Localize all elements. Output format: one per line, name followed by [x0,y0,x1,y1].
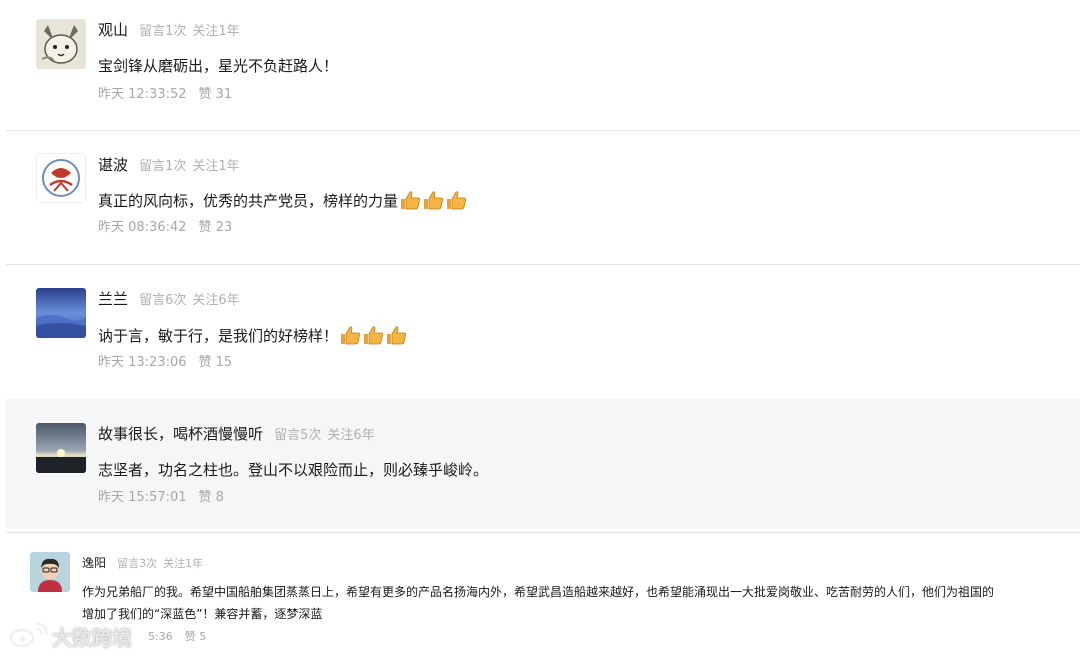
follow-duration: 关注6年 [327,428,375,443]
blue-sky-avatar-icon [36,288,86,338]
watermark: 大数跨境 [8,621,132,651]
user-stats: 留言1次 关注1年 [139,24,240,39]
follow-duration: 关注1年 [192,159,240,174]
comment-text: 讷于言，敏于行，是我们的好榜样！ [98,325,407,351]
comment-text-content: 宝剑锋从磨砺出，星光不负赶路人！ [98,57,339,75]
sunset-avatar-icon [36,423,86,473]
user-stats: 留言1次 关注1年 [139,159,240,174]
thumbs-up-emoji-icon [339,325,361,345]
comment-text: 志坚者，功名之柱也。登山不以艰险而止，则必臻乎峻岭。 [98,459,488,481]
avatar[interactable] [30,552,70,592]
comment-time: 昨天 15:57:01 [98,490,187,505]
username[interactable]: 逸阳 [82,556,106,570]
thumbs-group [398,190,467,216]
weibo-logo-icon [9,623,48,648]
comment-time: 昨天 13:23:06 [98,355,187,370]
message-count: 留言6次 [139,293,187,308]
message-count: 留言3次 [117,557,158,570]
comment-text-content: 作为兄弟船厂的我。希望中国船舶集团蒸蒸日上，希望有更多的产品名扬海内外，希望武昌… [82,585,995,621]
comment-item: 观山 留言1次 关注1年 宝剑锋从磨砺出，星光不负赶路人！ 昨天 12:33:52… [0,0,1080,130]
thumbs-up-emoji-icon [362,325,384,345]
avatar[interactable] [36,423,86,473]
thumbs-up-emoji-icon [422,190,444,210]
like-count[interactable]: 赞 31 [199,87,233,102]
comment-item: 逸阳 留言3次 关注1年 作为兄弟船厂的我。希望中国船舶集团蒸蒸日上，希望有更多的… [0,533,1080,657]
comment-time: 昨天 08:36:42 [98,220,187,235]
user-stats: 留言6次 关注6年 [139,293,240,308]
thumbs-group [338,325,407,351]
thumbs-up-emoji-icon [385,325,407,345]
comment-item: 兰兰 留言6次 关注6年 讷于言，敏于行，是我们的好榜样！ 昨天 13:23:06… [0,265,1080,399]
follow-duration: 关注6年 [192,293,240,308]
comment-time: 昨天 12:33:52 [98,87,187,102]
comment-text-content: 志坚者，功名之柱也。登山不以艰险而止，则必臻乎峻岭。 [98,461,489,479]
avatar[interactable] [36,288,86,338]
comment-item-highlighted: 故事很长，喝杯酒慢慢听 留言5次 关注6年 志坚者，功名之柱也。登山不以艰险而止，… [6,399,1080,529]
comment-text: 真正的风向标，优秀的共产党员，榜样的力量 [98,190,467,216]
username[interactable]: 谌波 [98,156,128,174]
thumbs-up-emoji-icon [445,190,467,210]
comment-item: 谌波 留言1次 关注1年 真正的风向标，优秀的共产党员，榜样的力量 昨天 08:3… [0,131,1080,264]
follow-duration: 关注1年 [163,557,204,570]
message-count: 留言5次 [274,428,322,443]
message-count: 留言1次 [139,24,187,39]
username[interactable]: 故事很长，喝杯酒慢慢听 [98,425,263,443]
comment-text-content: 真正的风向标，优秀的共产党员，榜样的力量 [98,192,399,210]
message-count: 留言1次 [139,159,187,174]
follow-duration: 关注1年 [192,24,240,39]
comment-time: 5:36 [148,630,173,643]
user-stats: 留言5次 关注6年 [274,428,375,443]
cartoon-person-avatar-icon [30,552,70,592]
like-count[interactable]: 赞 5 [185,630,207,643]
username[interactable]: 观山 [98,21,128,39]
comment-text-content: 讷于言，敏于行，是我们的好榜样！ [98,327,339,345]
like-count[interactable]: 赞 8 [199,490,224,505]
avatar[interactable] [36,19,86,69]
like-count[interactable]: 赞 23 [199,220,233,235]
watermark-text: 大数跨境 [52,625,132,650]
fox-avatar-icon [36,19,86,69]
comment-text: 宝剑锋从磨砺出，星光不负赶路人！ [98,55,338,77]
thumbs-up-emoji-icon [399,190,421,210]
emblem-avatar-icon [36,153,86,203]
username[interactable]: 兰兰 [98,290,128,308]
avatar[interactable] [36,153,86,203]
like-count[interactable]: 赞 15 [199,355,233,370]
comment-text: 作为兄弟船厂的我。希望中国船舶集团蒸蒸日上，希望有更多的产品名扬海内外，希望武昌… [82,581,1002,625]
user-stats: 留言3次 关注1年 [117,557,203,570]
